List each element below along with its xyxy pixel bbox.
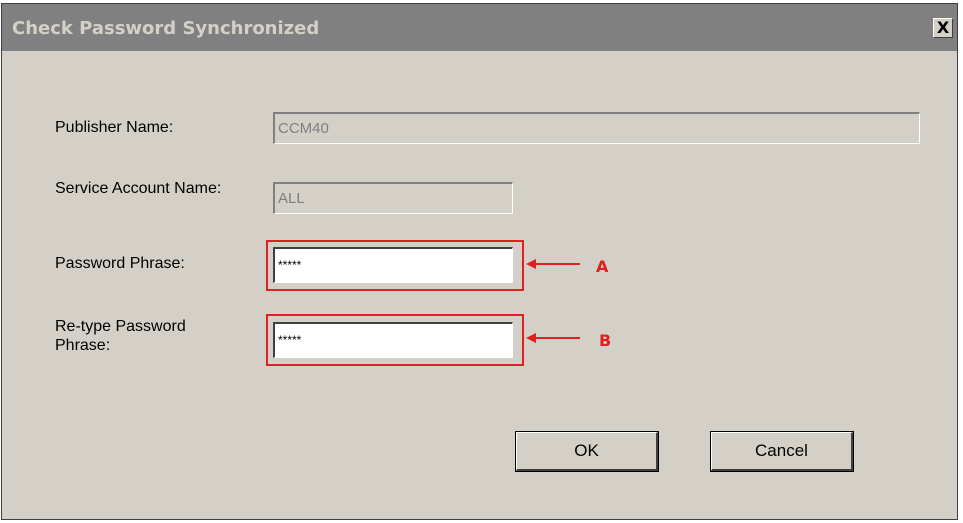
publisher-name-field: CCM40	[273, 112, 920, 144]
annotation-label-b: B	[599, 331, 612, 350]
close-button[interactable]: X	[933, 18, 953, 38]
ok-button[interactable]: OK	[515, 431, 659, 472]
service-account-name-field: ALL	[273, 182, 513, 214]
retype-password-input[interactable]: *****	[273, 322, 513, 358]
window-title: Check Password Synchronized	[12, 18, 320, 39]
title-bar[interactable]: Check Password Synchronized X	[2, 4, 957, 51]
arrow-b-icon	[526, 333, 580, 343]
password-phrase-label: Password Phrase:	[55, 255, 185, 272]
service-account-name-label: Service Account Name:	[55, 180, 222, 197]
check-password-dialog: Check Password Synchronized X Publisher …	[1, 3, 958, 520]
cancel-button[interactable]: Cancel	[710, 431, 854, 472]
close-icon: X	[936, 18, 950, 37]
publisher-name-label: Publisher Name:	[55, 119, 174, 136]
password-phrase-input[interactable]: *****	[273, 247, 513, 283]
retype-password-label: Re-type Password Phrase:	[55, 318, 186, 354]
annotation-label-a: A	[596, 257, 609, 276]
arrow-a-icon	[526, 259, 580, 269]
